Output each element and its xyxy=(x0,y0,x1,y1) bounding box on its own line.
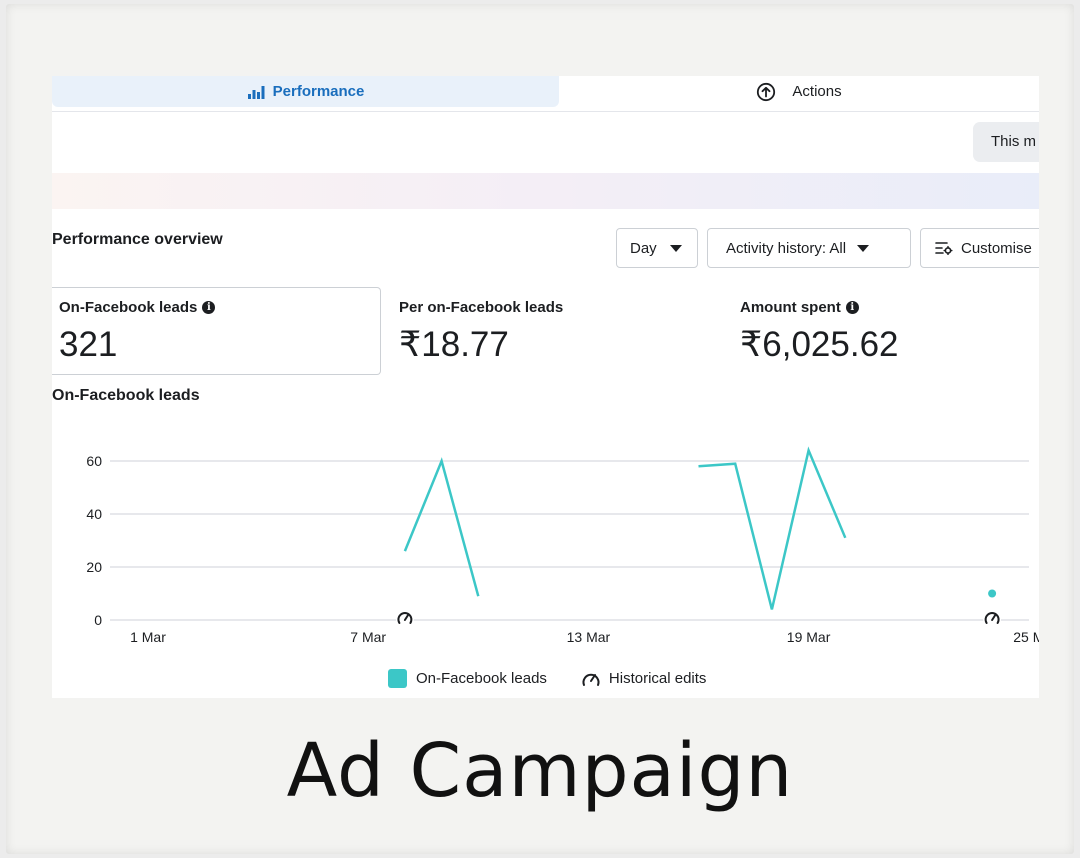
caret-down-icon xyxy=(857,244,870,252)
gauge-icon xyxy=(582,673,600,686)
metric-label-amount-spent: Amount spent i xyxy=(740,299,859,316)
photo-frame: Performance Actions This m Performance o… xyxy=(6,4,1074,854)
caption-text: Ad Campaign xyxy=(286,728,794,814)
legend-swatch-leads xyxy=(388,669,407,688)
x-tick-label: 13 Mar xyxy=(567,629,611,645)
metric-value-cost-per-lead: ₹18.77 xyxy=(399,325,509,364)
series-line[interactable] xyxy=(403,457,480,597)
x-tick-label: 19 Mar xyxy=(787,629,831,645)
legend-label-historical-edits[interactable]: Historical edits xyxy=(609,670,707,687)
y-tick-label: 0 xyxy=(94,612,102,628)
gradient-banner xyxy=(52,173,1039,209)
info-icon[interactable]: i xyxy=(202,301,216,314)
tab-actions[interactable]: Actions xyxy=(559,76,1039,107)
series-line[interactable] xyxy=(698,446,847,610)
x-tick-label: 7 Mar xyxy=(350,629,386,645)
y-tick-label: 40 xyxy=(86,506,102,522)
customise-button[interactable]: Customise xyxy=(920,228,1039,268)
caret-down-icon xyxy=(669,244,682,252)
historical-edit-gauge-icon[interactable] xyxy=(395,610,414,628)
tab-divider xyxy=(52,111,1039,112)
y-tick-label: 20 xyxy=(86,559,102,575)
tab-actions-label: Actions xyxy=(792,83,842,100)
activity-history-select[interactable]: Activity history: All xyxy=(707,228,911,268)
legend-label-leads[interactable]: On-Facebook leads xyxy=(416,670,547,687)
leads-line-chart: 0 20 40 60 1 Mar 7 Mar 13 Mar 19 Mar 25 M xyxy=(86,446,1039,645)
day-select-label: Day xyxy=(630,239,657,257)
banner-button[interactable]: This m xyxy=(973,122,1039,162)
chart-title: On-Facebook leads xyxy=(52,387,200,404)
historical-edit-gauge-icon[interactable] xyxy=(983,610,1002,628)
x-tick-label: 1 Mar xyxy=(130,629,166,645)
x-tick-label: 25 M xyxy=(1013,629,1039,645)
metric-value-amount-spent: ₹6,025.62 xyxy=(740,325,899,364)
customise-settings-icon xyxy=(935,242,953,255)
metric-label-leads: On-Facebook leads i xyxy=(59,299,216,316)
metric-value-leads: 321 xyxy=(59,325,118,364)
metric-label-cost-per-lead-text: Per on-Facebook leads xyxy=(399,299,564,316)
day-select[interactable]: Day xyxy=(616,228,698,268)
metric-label-amount-spent-text: Amount spent xyxy=(740,299,841,316)
y-tick-label: 60 xyxy=(86,453,102,469)
chart-legend: On-Facebook leads Historical edits xyxy=(388,669,706,688)
tab-performance[interactable]: Performance xyxy=(52,76,559,107)
arrow-up-circle-icon xyxy=(757,82,776,101)
customise-label: Customise xyxy=(961,239,1032,257)
data-point[interactable] xyxy=(988,589,997,598)
metric-label-cost-per-lead: Per on-Facebook leads xyxy=(399,299,563,316)
activity-history-label: Activity history: All xyxy=(726,239,847,257)
performance-overview-title: Performance overview xyxy=(52,231,223,248)
info-icon[interactable]: i xyxy=(845,301,859,314)
bar-chart-icon xyxy=(247,85,265,99)
metric-label-leads-text: On-Facebook leads xyxy=(59,299,198,316)
metric-card-on-facebook-leads[interactable]: On-Facebook leads i 321 xyxy=(52,287,381,375)
tab-performance-label: Performance xyxy=(272,83,365,100)
ads-manager-screen: Performance Actions This m Performance o… xyxy=(52,76,1039,698)
